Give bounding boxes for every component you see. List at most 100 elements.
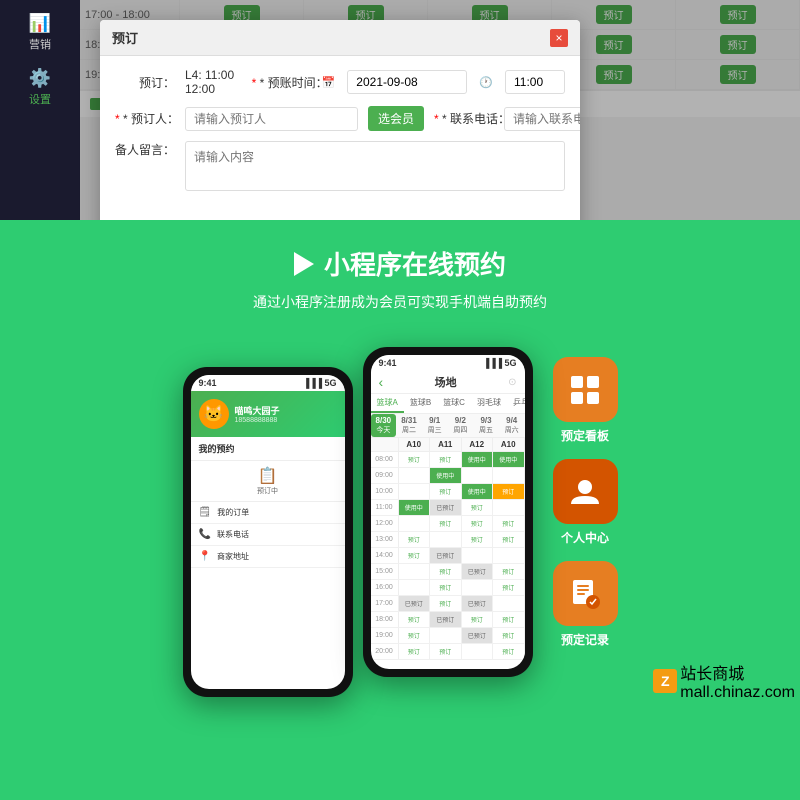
profile-header: 🐱 喵鸣大园子 18588888888 (191, 391, 345, 437)
right-icons: 预定看板 个人中心 预定记录 (553, 347, 618, 648)
modal-overlay: 预订 × 预订： L4: 11:00 12:00 * 预账时间： 📅 🕐 * 预… (80, 0, 800, 220)
tab-basketball-b[interactable]: 篮球B (404, 394, 437, 413)
schedule-time-row: 19:00预订已预订预订 (371, 628, 525, 644)
schedule-slot[interactable]: 预订 (399, 452, 431, 467)
time-label: 12:00 (371, 516, 399, 531)
watermark-text2: mall.chinaz.com (680, 684, 795, 702)
date-label-0: 8/30 (373, 416, 395, 425)
modal-footer: 取 消 确 定 (100, 213, 580, 220)
schedule-slot[interactable]: 预订 (462, 532, 494, 547)
menu-item-orders[interactable]: 🗒 我的订单 (191, 502, 345, 524)
schedule-slot (493, 468, 525, 483)
schedule-slot[interactable]: 预订 (430, 484, 462, 499)
schedule-slot[interactable]: 预订 (462, 516, 494, 531)
reservation-modal: 预订 × 预订： L4: 11:00 12:00 * 预账时间： 📅 🕐 * 预… (100, 20, 580, 220)
schedule-slot[interactable]: 预订 (430, 580, 462, 595)
time-label: 09:00 (371, 468, 399, 483)
schedule-slot[interactable]: 预订 (462, 612, 494, 627)
kanban-icon-svg (567, 372, 603, 408)
memo-textarea[interactable] (185, 141, 565, 191)
schedule-slot[interactable]: 预订 (399, 644, 431, 659)
schedule-slot (462, 468, 494, 483)
back-phone: 9:41 ▐▐▐ 5G 🐱 喵鸣大园子 18588888888 我的预约 📋 预… (183, 367, 353, 697)
toggle-icon: ⊙ (508, 377, 516, 388)
date-4[interactable]: 9/3 周五 (473, 414, 499, 437)
court-value: L4: 11:00 12:00 (185, 68, 242, 96)
schedule-slot: 使用中 (462, 484, 494, 499)
schedule-slot[interactable]: 预订 (430, 644, 462, 659)
date-5[interactable]: 9/4 周六 (499, 414, 525, 437)
date-1[interactable]: 8/31 周二 (396, 414, 422, 437)
schedule-slot[interactable]: 预订 (399, 628, 431, 643)
modal-body: 预订： L4: 11:00 12:00 * 预账时间： 📅 🕐 * 预订人： 选… (100, 56, 580, 213)
schedule-slot: 已预订 (430, 612, 462, 627)
schedule-slot[interactable]: 预订 (430, 596, 462, 611)
settings-icon: ⚙️ (29, 68, 51, 89)
modal-title: 预订 (112, 28, 138, 47)
schedule-slot[interactable]: 预订 (493, 644, 525, 659)
feature-records: 预定记录 (553, 561, 618, 648)
schedule-slot (493, 596, 525, 611)
person-input[interactable] (185, 107, 358, 131)
schedule-slot[interactable]: 预订 (399, 612, 431, 627)
schedule-slot (462, 580, 494, 595)
schedule-slot[interactable]: 预订 (399, 548, 431, 563)
schedule-slot: 已预订 (462, 564, 494, 579)
sidebar-label-settings: 设置 (29, 91, 51, 107)
schedule-slot[interactable]: 预订 (493, 628, 525, 643)
sport-tabs: 篮球A 篮球B 篮球C 羽毛球 乒乓球 (371, 394, 525, 414)
schedule-slot[interactable]: 预订 (399, 532, 431, 547)
sidebar-label-marketing: 营销 (29, 36, 51, 52)
menu-label-address: 商家地址 (217, 551, 249, 562)
schedule-time-row: 20:00预订预订预订 (371, 644, 525, 660)
address-icon: 📍 (199, 551, 211, 562)
back-status-bar: 9:41 ▐▐▐ 5G (191, 375, 345, 391)
schedule-slot[interactable]: 预订 (493, 612, 525, 627)
schedule-slot: 已预订 (430, 548, 462, 563)
schedule-slot[interactable]: 预订 (430, 516, 462, 531)
tab-basketball-c[interactable]: 篮球C (437, 394, 471, 413)
feature-kanban-label: 预定看板 (561, 427, 609, 444)
reservation-item: 📋 预订中 (191, 461, 345, 502)
sidebar-item-marketing[interactable]: 📊 营销 (0, 5, 80, 60)
schedule-slot[interactable]: 预订 (430, 564, 462, 579)
modal-close-button[interactable]: × (550, 29, 568, 47)
schedule-slot[interactable]: 预订 (462, 500, 494, 515)
prebook-time-label: * 预账时间： (252, 74, 312, 91)
schedule-slot[interactable]: 预订 (493, 516, 525, 531)
select-member-button[interactable]: 选会员 (368, 106, 424, 131)
prebook-date-input[interactable] (347, 70, 467, 94)
feature-section: 小程序在线预约 通过小程序注册成为会员可实现手机端自助预约 (0, 220, 800, 347)
sidebar-item-settings[interactable]: ⚙️ 设置 (0, 60, 80, 115)
menu-item-address[interactable]: 📍 商家地址 (191, 546, 345, 568)
menu-item-phone[interactable]: 📞 联系电话 (191, 524, 345, 546)
contact-input[interactable] (504, 107, 580, 131)
tab-pingpong[interactable]: 乒乓球 (507, 394, 525, 413)
profile-info: 喵鸣大园子 18588888888 (235, 404, 280, 424)
schedule-slot[interactable]: 预订 (430, 452, 462, 467)
schedule-slot (493, 548, 525, 563)
tab-basketball-a[interactable]: 篮球A (371, 394, 404, 413)
date-today[interactable]: 8/30 今天 (371, 414, 397, 437)
schedule-time-row: 12:00预订预订预订 (371, 516, 525, 532)
date-2[interactable]: 9/1 周三 (422, 414, 448, 437)
schedule-slot[interactable]: 预订 (493, 564, 525, 579)
schedule-slot[interactable]: 预订 (493, 580, 525, 595)
prebook-hour-input[interactable] (505, 70, 565, 94)
court-label: 预订： (115, 74, 175, 91)
front-signal: ▐▐▐ 5G (483, 358, 517, 368)
person-label: * 预订人： (115, 110, 175, 127)
date-3[interactable]: 9/2 周四 (448, 414, 474, 437)
front-phone-screen: 9:41 ▐▐▐ 5G ‹ 场地 ⊙ 篮球A 篮球B 篮球C 羽毛球 乒乓球 (371, 355, 525, 669)
my-reservation-label: 我的预约 (191, 437, 345, 461)
admin-section: 📊 营销 ⚙️ 设置 17:00 - 18:00 预订 预订 预订 预订 预订 (0, 0, 800, 220)
schedule-slot (399, 564, 431, 579)
schedule-slot: 已预订 (462, 596, 494, 611)
time-label: 20:00 (371, 644, 399, 659)
schedule-slot[interactable]: 预订 (493, 532, 525, 547)
records-icon-svg (567, 576, 603, 612)
modal-header: 预订 × (100, 20, 580, 56)
front-header-title: 场地 (383, 374, 508, 390)
tab-badminton[interactable]: 羽毛球 (471, 394, 507, 413)
date-sub-3: 周四 (450, 425, 472, 435)
